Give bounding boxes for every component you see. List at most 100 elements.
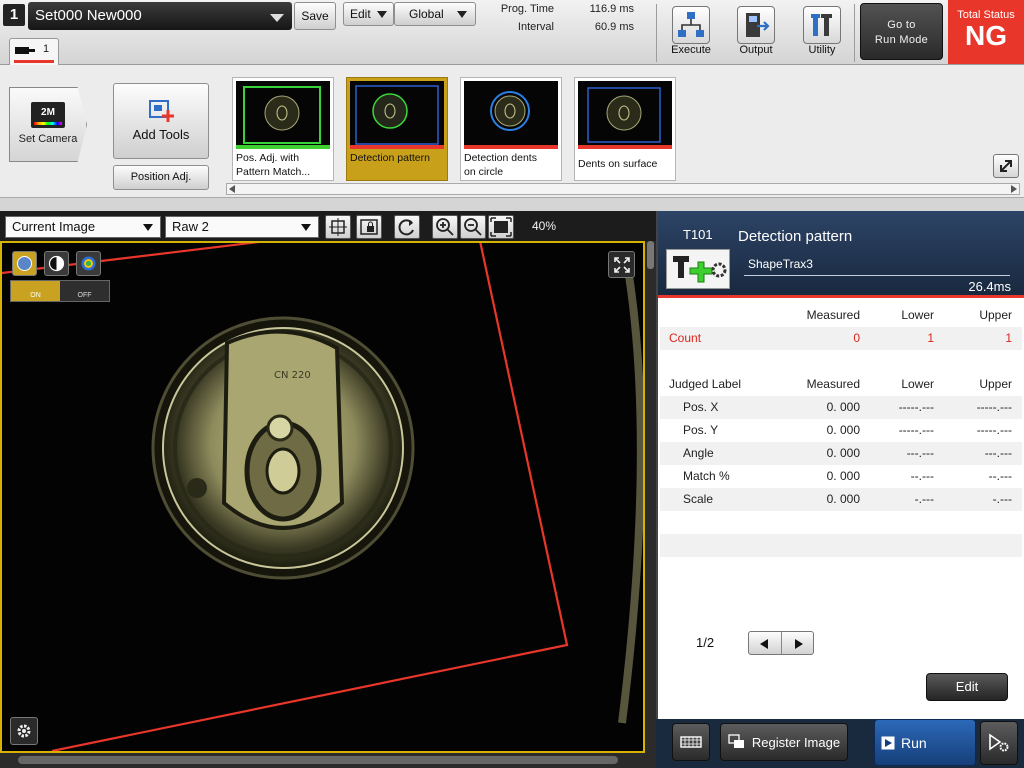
column-header: Measured	[806, 377, 860, 391]
thumbnail-caption-line: Dents on surface	[578, 158, 658, 170]
display-mode-color-button[interactable]	[76, 251, 101, 276]
bottom-bar: Register Image Run	[656, 719, 1024, 768]
refresh-button[interactable]	[394, 215, 420, 239]
global-menu-button[interactable]: Global	[394, 2, 476, 26]
zoom-in-button[interactable]	[432, 215, 458, 239]
camera-icon: 2M	[31, 102, 65, 128]
empty-row	[660, 350, 1022, 373]
tool-strip-scrollbar[interactable]	[226, 183, 1020, 195]
count-upper: 1	[1005, 331, 1012, 345]
tool-thumbnail-detection-dents[interactable]: Detection dents on circle	[460, 77, 562, 181]
scroll-thumb[interactable]	[647, 241, 654, 269]
register-image-button[interactable]: Register Image	[720, 723, 848, 761]
image-horizontal-scrollbar[interactable]	[0, 753, 656, 768]
tool-status-bar	[658, 295, 1024, 298]
refresh-icon	[398, 219, 414, 236]
column-header: Upper	[979, 377, 1012, 391]
set-camera-button[interactable]: 2M Set Camera	[9, 87, 87, 162]
prev-page-button[interactable]	[749, 632, 781, 654]
table-row[interactable]: Angle 0. 000 ---.--- ---.---	[660, 442, 1022, 465]
raw-image-select[interactable]: Raw 2	[165, 216, 319, 238]
run-label: Run	[901, 734, 927, 751]
next-page-button[interactable]	[780, 632, 814, 654]
fit-screen-button[interactable]	[488, 215, 514, 239]
overlay-toggle[interactable]: ON OFF	[10, 280, 110, 302]
tool-type: ShapeTrax3	[748, 257, 813, 271]
fit-roi-button[interactable]	[325, 215, 351, 239]
tool-result-panel: T101 Detection pattern ShapeTrax3 26.4ms…	[656, 211, 1024, 719]
row-measured: 0. 000	[826, 423, 860, 437]
fit-screen-icon	[490, 217, 512, 237]
set-selector[interactable]: Set000 New000	[28, 2, 292, 30]
zoom-out-icon	[464, 218, 482, 236]
row-label: Pos. X	[683, 400, 719, 414]
fullscreen-button[interactable]	[608, 251, 635, 278]
thumbnail-caption: Dents on surface	[575, 149, 675, 171]
table-row[interactable]: Scale 0. 000 -.--- -.---	[660, 488, 1022, 511]
execute-button[interactable]: Execute	[661, 6, 721, 56]
thumbnail-caption: Detection dents on circle	[461, 149, 561, 179]
scroll-right-icon[interactable]	[1011, 185, 1017, 193]
tool-thumbnail-pos-adj[interactable]: Pos. Adj. with Pattern Match...	[232, 77, 334, 181]
tool-thumbnail-dents-surface[interactable]: Dents on surface	[574, 77, 676, 181]
row-label: Match %	[683, 469, 730, 483]
column-header: Measured	[806, 308, 860, 322]
thumbnail-status-bar	[236, 145, 330, 149]
display-mode-image-button[interactable]	[12, 251, 37, 276]
count-label: Count	[669, 331, 702, 345]
scroll-thumb[interactable]	[18, 756, 618, 764]
thumbnail-status-bar	[350, 145, 444, 149]
scroll-left-icon[interactable]	[229, 185, 235, 193]
edit-tool-button[interactable]: Edit	[926, 673, 1008, 701]
save-button[interactable]: Save	[294, 2, 336, 30]
row-upper: -----.---	[976, 400, 1012, 414]
overlay-on-button[interactable]: ON	[11, 281, 60, 301]
expand-tool-list-button[interactable]	[993, 154, 1019, 178]
contrast-icon	[48, 255, 65, 272]
table-row[interactable]: Pos. Y 0. 000 -----.--- -----.---	[660, 419, 1022, 442]
set-number-badge: 1	[3, 4, 25, 26]
display-mode-contrast-button[interactable]	[44, 251, 69, 276]
edit-menu-button[interactable]: Edit	[343, 2, 394, 26]
utility-button[interactable]: Utility	[792, 6, 852, 56]
camera-image-view[interactable]: CN 220 ON OFF	[0, 241, 645, 753]
image-vertical-scrollbar[interactable]	[645, 241, 656, 753]
execute-icon	[672, 6, 710, 44]
add-tools-button[interactable]: Add Tools	[113, 83, 209, 159]
count-row[interactable]: Count 0 1 1	[660, 327, 1022, 350]
row-lower: -.---	[914, 492, 934, 506]
row-upper: -.---	[992, 492, 1012, 506]
overlay-on-label: ON	[30, 292, 41, 299]
zoom-out-button[interactable]	[460, 215, 486, 239]
run-settings-button[interactable]	[980, 721, 1018, 765]
overlay-off-button[interactable]: OFF	[60, 281, 109, 301]
count-lower: 1	[927, 331, 934, 345]
tab-status-bar	[14, 60, 54, 63]
register-image-icon	[728, 734, 744, 748]
thumbnail-caption-line: Pattern Match...	[236, 166, 311, 178]
column-header: Lower	[901, 377, 934, 391]
image-settings-button[interactable]	[10, 717, 38, 745]
expand-diagonal-icon	[1000, 160, 1012, 172]
set-title: Set000 New000	[35, 7, 142, 24]
output-button[interactable]: Output	[726, 6, 786, 56]
table-row[interactable]: Pos. X 0. 000 -----.--- -----.---	[660, 396, 1022, 419]
set-camera-label: Set Camera	[18, 133, 78, 145]
row-upper: -----.---	[976, 423, 1012, 437]
tool-thumbnail-detection-pattern[interactable]: Detection pattern	[346, 77, 448, 181]
camera-tab-1[interactable]: 1	[9, 38, 59, 65]
image-source-select[interactable]: Current Image	[5, 216, 161, 238]
table-row[interactable]: Match % 0. 000 --.--- --.---	[660, 465, 1022, 488]
thumbnail-image	[350, 81, 444, 149]
position-adj-button[interactable]: Position Adj.	[113, 165, 209, 190]
filmstrip-button[interactable]	[672, 723, 710, 761]
go-to-run-mode-button[interactable]: Go to Run Mode	[860, 3, 943, 60]
zoom-level: 40%	[532, 219, 557, 233]
lock-view-button[interactable]	[356, 215, 382, 239]
can-mark: CN 220	[274, 370, 311, 381]
camera-tab-label: 1	[43, 43, 50, 55]
judged-header-row: Judged Label Measured Lower Upper	[660, 373, 1022, 396]
run-button[interactable]: Run	[874, 719, 976, 766]
add-tools-label: Add Tools	[132, 127, 190, 142]
separator	[0, 198, 1024, 211]
